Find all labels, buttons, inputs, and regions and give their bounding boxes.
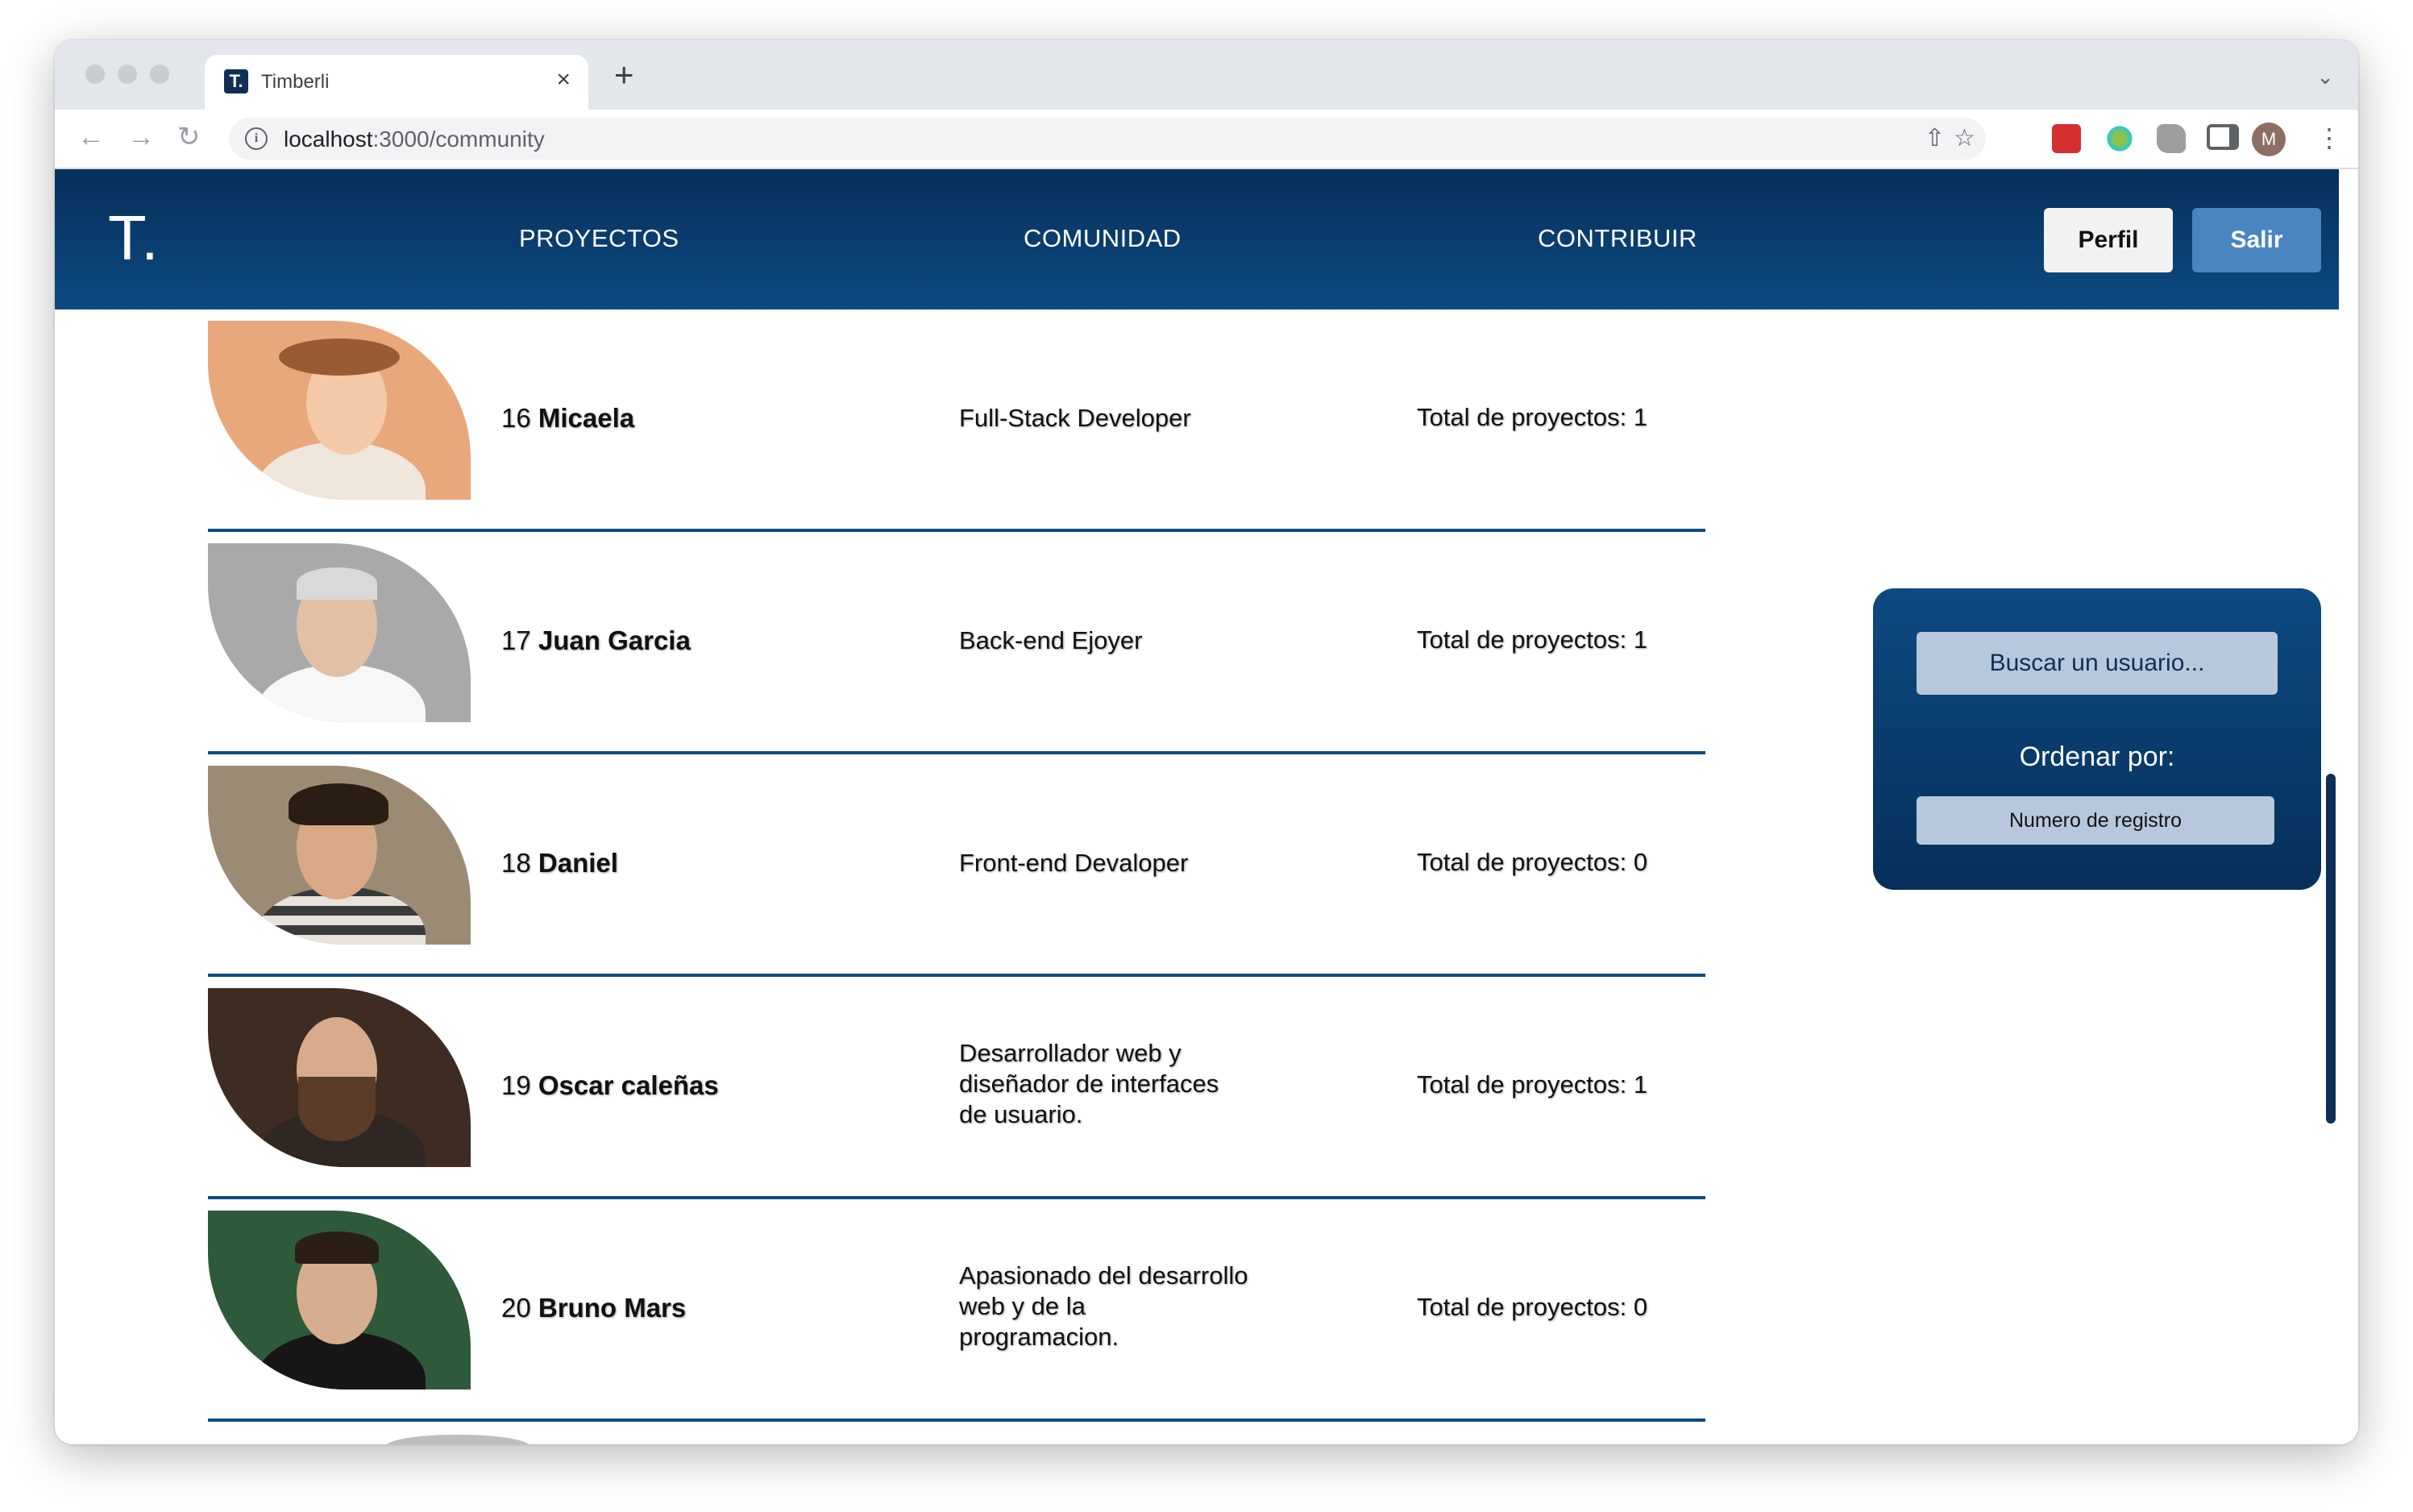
- close-window-icon[interactable]: [85, 64, 105, 84]
- tab-strip: T. Timberli × + ⌄: [55, 40, 2358, 110]
- share-icon[interactable]: ⇧: [1925, 126, 1945, 152]
- filter-panel: Ordenar por: Numero de registro: [1873, 588, 2321, 890]
- user-role: Front-end Devaloper: [959, 849, 1189, 877]
- user-role: Back-end Ejoyer: [959, 626, 1143, 654]
- chevron-down-icon[interactable]: ⌄: [2316, 64, 2334, 89]
- user-total-projects: Total de proyectos: 0: [1417, 848, 1648, 876]
- page-content: T. PROYECTOS COMUNIDAD CONTRIBUIR Perfil…: [55, 169, 2339, 1444]
- user-photo: [208, 988, 471, 1167]
- order-select[interactable]: Numero de registro: [1917, 796, 2274, 845]
- user-total-projects: Total de proyectos: 0: [1417, 1293, 1648, 1321]
- user-name[interactable]: 17 Juan Garcia: [501, 625, 691, 656]
- user-name[interactable]: 19 Oscar caleñas: [501, 1070, 719, 1101]
- maximize-window-icon[interactable]: [150, 64, 169, 84]
- search-user-input[interactable]: [1917, 632, 2278, 695]
- user-photo: [208, 543, 471, 722]
- order-label: Ordenar por:: [2019, 741, 2175, 772]
- user-row[interactable]: 16 Micaela Full-Stack Developer Total de…: [208, 309, 1705, 532]
- reload-icon[interactable]: ↻: [177, 123, 201, 152]
- extension-color-icon[interactable]: [2105, 124, 2134, 153]
- user-row[interactable]: 20 Bruno Mars Apasionado del desarrollo …: [208, 1199, 1705, 1422]
- nav-proyectos[interactable]: PROYECTOS: [519, 224, 679, 253]
- extension-red-icon[interactable]: [2052, 124, 2081, 153]
- user-name[interactable]: 20 Bruno Mars: [501, 1293, 686, 1323]
- scrollbar-thumb[interactable]: [2326, 774, 2336, 1124]
- info-icon[interactable]: i: [245, 127, 268, 150]
- user-row[interactable]: 18 Daniel Front-end Devaloper Total de p…: [208, 754, 1705, 977]
- logout-button[interactable]: Salir: [2192, 208, 2321, 272]
- user-name[interactable]: 16 Micaela: [501, 403, 634, 434]
- new-tab-icon[interactable]: +: [614, 58, 634, 92]
- url-text[interactable]: localhost:3000/community: [284, 127, 545, 152]
- user-row[interactable]: 19 Oscar caleñas Desarrollador web y dis…: [208, 977, 1705, 1199]
- profile-button[interactable]: Perfil: [2044, 208, 2173, 272]
- side-panel-icon[interactable]: [2207, 124, 2239, 150]
- user-total-projects: Total de proyectos: 1: [1417, 1070, 1648, 1099]
- user-photo: [208, 1211, 471, 1389]
- address-toolbar: ← → ↻ i localhost:3000/community ⇧ ☆ M ⋮: [55, 110, 2358, 169]
- user-total-projects: Total de proyectos: 1: [1417, 625, 1648, 654]
- address-bar[interactable]: i localhost:3000/community ⇧ ☆: [229, 118, 1986, 160]
- user-role: Full-Stack Developer: [959, 404, 1191, 432]
- site-navbar: T. PROYECTOS COMUNIDAD CONTRIBUIR Perfil…: [55, 169, 2339, 309]
- tab-close-icon[interactable]: ×: [556, 66, 571, 93]
- nav-contribuir[interactable]: CONTRIBUIR: [1538, 224, 1697, 253]
- star-icon[interactable]: ☆: [1954, 126, 1975, 152]
- site-logo[interactable]: T.: [108, 201, 160, 275]
- tab-timberli[interactable]: T. Timberli ×: [205, 55, 588, 110]
- user-name[interactable]: 18 Daniel: [501, 848, 618, 879]
- back-arrow-icon[interactable]: ←: [77, 123, 105, 152]
- user-total-projects: Total de proyectos: 1: [1417, 403, 1648, 431]
- kebab-menu-icon[interactable]: ⋮: [2316, 123, 2342, 153]
- forward-arrow-icon[interactable]: →: [127, 123, 155, 152]
- favicon-icon: T.: [224, 69, 248, 93]
- puzzle-icon[interactable]: [2157, 124, 2186, 153]
- user-role: Desarrollador web y diseñador de interfa…: [959, 1039, 1219, 1128]
- user-row[interactable]: 17 Juan Garcia Back-end Ejoyer Total de …: [208, 532, 1705, 754]
- nav-comunidad[interactable]: COMUNIDAD: [1024, 224, 1182, 253]
- user-role: Apasionado del desarrollo web y de la pr…: [959, 1261, 1248, 1351]
- minimize-window-icon[interactable]: [118, 64, 137, 84]
- user-photo: [208, 321, 471, 500]
- browser-window: T. Timberli × + ⌄ ← → ↻ i localhost:3000…: [55, 40, 2358, 1444]
- tab-title: Timberli: [261, 71, 330, 93]
- user-photo-partial: [385, 1435, 530, 1444]
- user-photo: [208, 766, 471, 945]
- profile-avatar[interactable]: M: [2252, 123, 2286, 156]
